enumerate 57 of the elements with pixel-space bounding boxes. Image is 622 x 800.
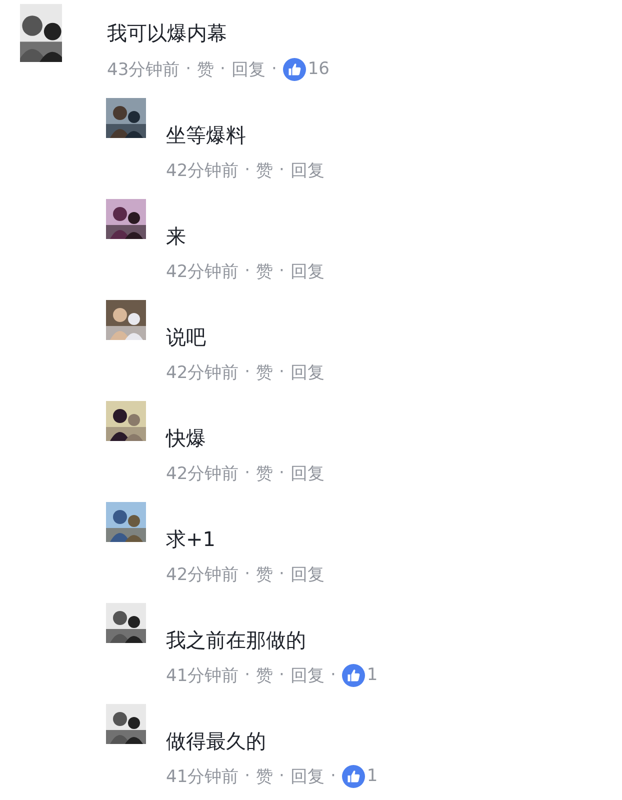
reply-link[interactable]: 回复 bbox=[290, 462, 324, 484]
reply-link[interactable]: 回复 bbox=[231, 58, 266, 80]
comment-text: 我可以爆内幕 bbox=[107, 20, 228, 47]
comment-text: 做得最久的 bbox=[166, 728, 267, 755]
reply-link[interactable]: 回复 bbox=[290, 158, 324, 182]
like-link[interactable]: 赞 bbox=[256, 360, 274, 384]
reply-link[interactable]: 回复 bbox=[290, 260, 324, 282]
like-count: 16 bbox=[308, 59, 330, 79]
separator-dot: · bbox=[186, 59, 192, 79]
like-count: 1 bbox=[366, 665, 378, 685]
comment-text: 来 bbox=[166, 223, 187, 250]
comment-time: 42分钟前 bbox=[166, 260, 239, 282]
separator-dot: · bbox=[244, 463, 250, 483]
like-link[interactable]: 赞 bbox=[256, 562, 274, 586]
separator-dot: · bbox=[244, 362, 250, 382]
separator-dot: · bbox=[244, 665, 250, 685]
separator-dot: · bbox=[271, 59, 277, 79]
separator-dot: · bbox=[220, 59, 226, 79]
like-link[interactable]: 赞 bbox=[256, 462, 274, 484]
comment-text: 说吧 bbox=[166, 324, 207, 351]
reply-link[interactable]: 回复 bbox=[290, 360, 324, 384]
separator-dot: · bbox=[279, 463, 284, 483]
separator-dot: · bbox=[244, 564, 250, 584]
reply-link[interactable]: 回复 bbox=[290, 664, 324, 686]
thumbs-up-icon bbox=[342, 664, 365, 686]
thumbs-up-icon bbox=[342, 764, 365, 788]
like-link[interactable]: 赞 bbox=[256, 158, 274, 182]
comment-time: 42分钟前 bbox=[166, 462, 239, 484]
comment-text: 坐等爆料 bbox=[166, 122, 247, 149]
comment-text: 求+1 bbox=[166, 526, 216, 553]
comment-text: 我之前在那做的 bbox=[166, 627, 307, 654]
separator-dot: · bbox=[244, 766, 250, 786]
separator-dot: · bbox=[279, 665, 284, 685]
separator-dot: · bbox=[244, 261, 250, 281]
like-link[interactable]: 赞 bbox=[197, 58, 214, 80]
comment-time: 42分钟前 bbox=[166, 160, 239, 182]
separator-dot: · bbox=[279, 766, 284, 786]
thumbs-up-icon bbox=[282, 58, 306, 80]
separator-dot: · bbox=[279, 362, 284, 382]
reply-link[interactable]: 回复 bbox=[290, 562, 324, 586]
like-link[interactable]: 赞 bbox=[256, 664, 274, 686]
reply-link[interactable]: 回复 bbox=[290, 764, 324, 788]
comment-time: 42分钟前 bbox=[166, 564, 239, 586]
like-link[interactable]: 赞 bbox=[256, 260, 274, 282]
comment-text: 快爆 bbox=[166, 425, 207, 452]
separator-dot: · bbox=[244, 160, 250, 180]
separator-dot: · bbox=[330, 665, 336, 685]
like-count: 1 bbox=[366, 766, 378, 786]
comment-time: 43分钟前 bbox=[107, 58, 180, 80]
comment-time: 41分钟前 bbox=[166, 664, 239, 686]
separator-dot: · bbox=[279, 160, 284, 180]
separator-dot: · bbox=[330, 766, 336, 786]
comment-time: 42分钟前 bbox=[166, 362, 239, 384]
comment-time: 41分钟前 bbox=[166, 766, 239, 788]
separator-dot: · bbox=[279, 564, 284, 584]
like-link[interactable]: 赞 bbox=[256, 764, 274, 788]
separator-dot: · bbox=[279, 261, 284, 281]
